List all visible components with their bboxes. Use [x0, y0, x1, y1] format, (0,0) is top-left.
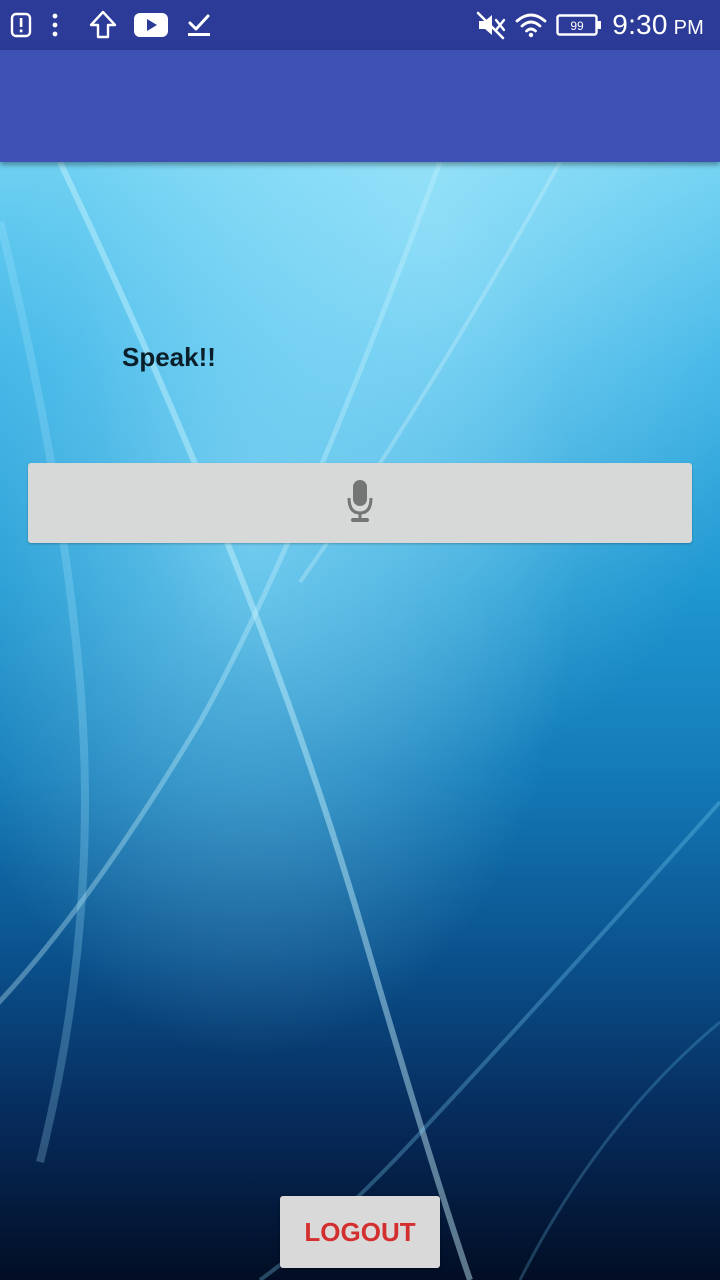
logout-button[interactable]: LOGOUT [280, 1196, 440, 1268]
download-done-icon [186, 0, 212, 50]
app-bar [0, 50, 720, 162]
speak-label: Speak!! [122, 342, 216, 372]
more-vert-icon [46, 0, 64, 50]
upload-arrow-icon [88, 0, 118, 50]
clock-time: 9:30 [612, 9, 668, 40]
alert-icon [8, 0, 34, 50]
battery-level: 99 [570, 19, 584, 33]
clock: 9:30 PM [612, 0, 704, 50]
mute-icon [474, 0, 508, 50]
wifi-icon [514, 0, 548, 50]
app-screen: 99 9:30 PM Speak!! LOGOUT [0, 0, 720, 1280]
microphone-icon [346, 478, 374, 529]
microphone-button[interactable] [28, 463, 692, 543]
battery-icon: 99 [556, 0, 602, 50]
clock-ampm: PM [673, 16, 704, 39]
status-bar: 99 9:30 PM [0, 0, 720, 50]
background-wallpaper [0, 162, 720, 1280]
youtube-icon [134, 0, 168, 50]
